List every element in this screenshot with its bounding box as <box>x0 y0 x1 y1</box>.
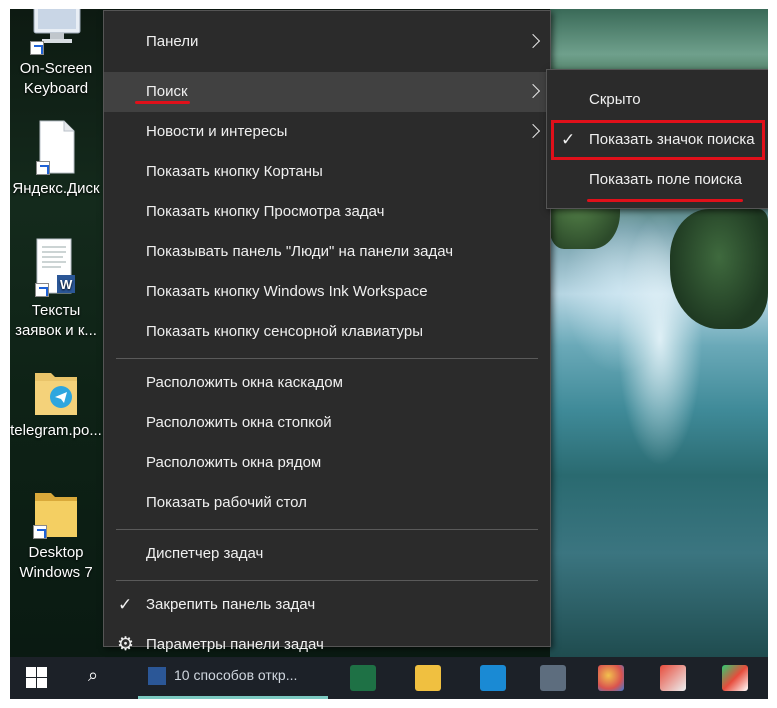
menu-item-label: Расположить окна каскадом <box>146 374 343 391</box>
keyboard-icon <box>28 9 84 55</box>
menu-item-cortana[interactable]: Показать кнопку Кортаны <box>104 152 550 192</box>
menu-item-panels[interactable]: Панели <box>104 22 550 62</box>
desktop-icon-on-screen-keyboard[interactable]: On-Screen Keyboard <box>10 9 102 99</box>
menu-item-lock-taskbar[interactable]: ✓ Закрепить панель задач <box>104 585 550 625</box>
calculator-app-icon[interactable] <box>540 665 566 691</box>
menu-item-label: Параметры панели задач <box>146 636 324 653</box>
paint-app-icon[interactable] <box>598 665 624 691</box>
menu-item-label: Показать кнопку Кортаны <box>146 163 323 180</box>
active-indicator <box>138 696 328 699</box>
shortcut-arrow-icon <box>33 525 47 539</box>
menu-item-label: Панели <box>146 33 199 50</box>
windows-start-icon[interactable] <box>26 667 48 689</box>
menu-item-label: Показывать панель "Люди" на панели задач <box>146 243 454 260</box>
taskbar-context-menu: Панели Поиск Новости и интересы Показать… <box>103 10 551 655</box>
menu-item-people[interactable]: Показывать панель "Люди" на панели задач <box>104 232 550 272</box>
menu-item-news[interactable]: Новости и интересы <box>104 112 550 152</box>
chevron-right-icon <box>525 123 541 139</box>
annotation-underline <box>135 101 190 104</box>
menu-separator <box>116 358 538 359</box>
folder-icon <box>31 489 81 539</box>
menu-item-show-desktop[interactable]: Показать рабочий стол <box>104 483 550 523</box>
document-icon <box>34 119 78 175</box>
menu-item-side-by-side[interactable]: Расположить окна рядом <box>104 443 550 483</box>
menu-item-label: Расположить окна стопкой <box>146 414 332 431</box>
menu-item-search[interactable]: Поиск <box>104 72 550 112</box>
menu-item-label: Закрепить панель задач <box>146 596 316 613</box>
submenu-item-hidden[interactable]: Скрыто <box>547 80 768 120</box>
menu-item-touch-keyboard[interactable]: Показать кнопку сенсорной клавиатуры <box>104 312 550 352</box>
paint3d-app-icon[interactable] <box>722 665 748 691</box>
submenu-item-show-search-box[interactable]: Показать поле поиска <box>547 160 768 200</box>
desktop-icon-label: telegram.po... <box>10 422 102 439</box>
desktop-icon-yandex-disk[interactable]: Яндекс.Диск <box>10 119 102 199</box>
desktop-icon-label: On-Screen <box>19 60 93 77</box>
chevron-right-icon <box>525 33 541 49</box>
snipping-tool-icon[interactable] <box>660 665 686 691</box>
menu-item-cascade[interactable]: Расположить окна каскадом <box>104 363 550 403</box>
shortcut-arrow-icon <box>35 283 49 297</box>
excel-app-icon[interactable] <box>350 665 376 691</box>
svg-text:W: W <box>60 277 73 292</box>
menu-item-label: Показать кнопку Просмотра задач <box>146 203 385 220</box>
desktop-icon-label: Яндекс.Диск <box>12 180 100 197</box>
desktop-icon-texts[interactable]: W Тексты заявок и к... <box>10 237 102 341</box>
menu-item-label: Показать кнопку сенсорной клавиатуры <box>146 323 423 340</box>
menu-item-label: Показать рабочий стол <box>146 494 307 511</box>
menu-item-ink-workspace[interactable]: Показать кнопку Windows Ink Workspace <box>104 272 550 312</box>
annotation-highlight-box <box>551 120 765 160</box>
shortcut-arrow-icon <box>30 41 44 55</box>
taskbar-window-label: 10 способов откр... <box>174 667 298 683</box>
menu-item-label: Расположить окна рядом <box>146 454 322 471</box>
chevron-right-icon <box>525 83 541 99</box>
desktop-icon-label: Windows 7 <box>19 564 93 581</box>
desktop-icon-label: Desktop <box>28 544 84 561</box>
search-icon[interactable]: ⌕ <box>88 665 112 689</box>
submenu-item-label: Показать поле поиска <box>589 171 742 188</box>
annotation-underline <box>587 199 743 202</box>
wallpaper-rock <box>670 209 768 329</box>
desktop-icon-label: Keyboard <box>23 80 89 97</box>
shortcut-arrow-icon <box>36 161 50 175</box>
menu-item-label: Диспетчер задач <box>146 545 264 562</box>
checkmark-icon: ✓ <box>118 595 133 614</box>
mail-app-icon[interactable] <box>480 665 506 691</box>
desktop-icon-label: Тексты <box>31 302 81 319</box>
menu-item-task-view[interactable]: Показать кнопку Просмотра задач <box>104 192 550 232</box>
file-explorer-icon[interactable] <box>415 665 441 691</box>
gear-icon: ⚙ <box>117 634 135 655</box>
menu-item-label: Поиск <box>146 83 188 100</box>
desktop-icon-label: заявок и к... <box>15 322 97 339</box>
taskbar-active-window[interactable]: 10 способов откр... <box>138 657 328 699</box>
submenu-item-label: Скрыто <box>589 91 641 108</box>
desktop-icon-desktop-windows-7[interactable]: Desktop Windows 7 <box>10 489 102 583</box>
menu-separator <box>116 529 538 530</box>
menu-item-task-manager[interactable]: Диспетчер задач <box>104 534 550 574</box>
menu-item-label: Новости и интересы <box>146 123 288 140</box>
word-app-icon <box>148 667 166 685</box>
menu-item-stacked[interactable]: Расположить окна стопкой <box>104 403 550 443</box>
desktop-icon-telegram[interactable]: telegram.po... <box>10 365 102 441</box>
menu-separator <box>116 580 538 581</box>
menu-item-taskbar-settings[interactable]: ⚙ Параметры панели задач <box>104 625 550 655</box>
menu-item-label: Показать кнопку Windows Ink Workspace <box>146 283 428 300</box>
screen: On-Screen Keyboard Яндекс.Диск W Тексты … <box>10 9 768 699</box>
telegram-folder-icon <box>31 365 81 417</box>
word-document-icon: W <box>33 237 79 297</box>
